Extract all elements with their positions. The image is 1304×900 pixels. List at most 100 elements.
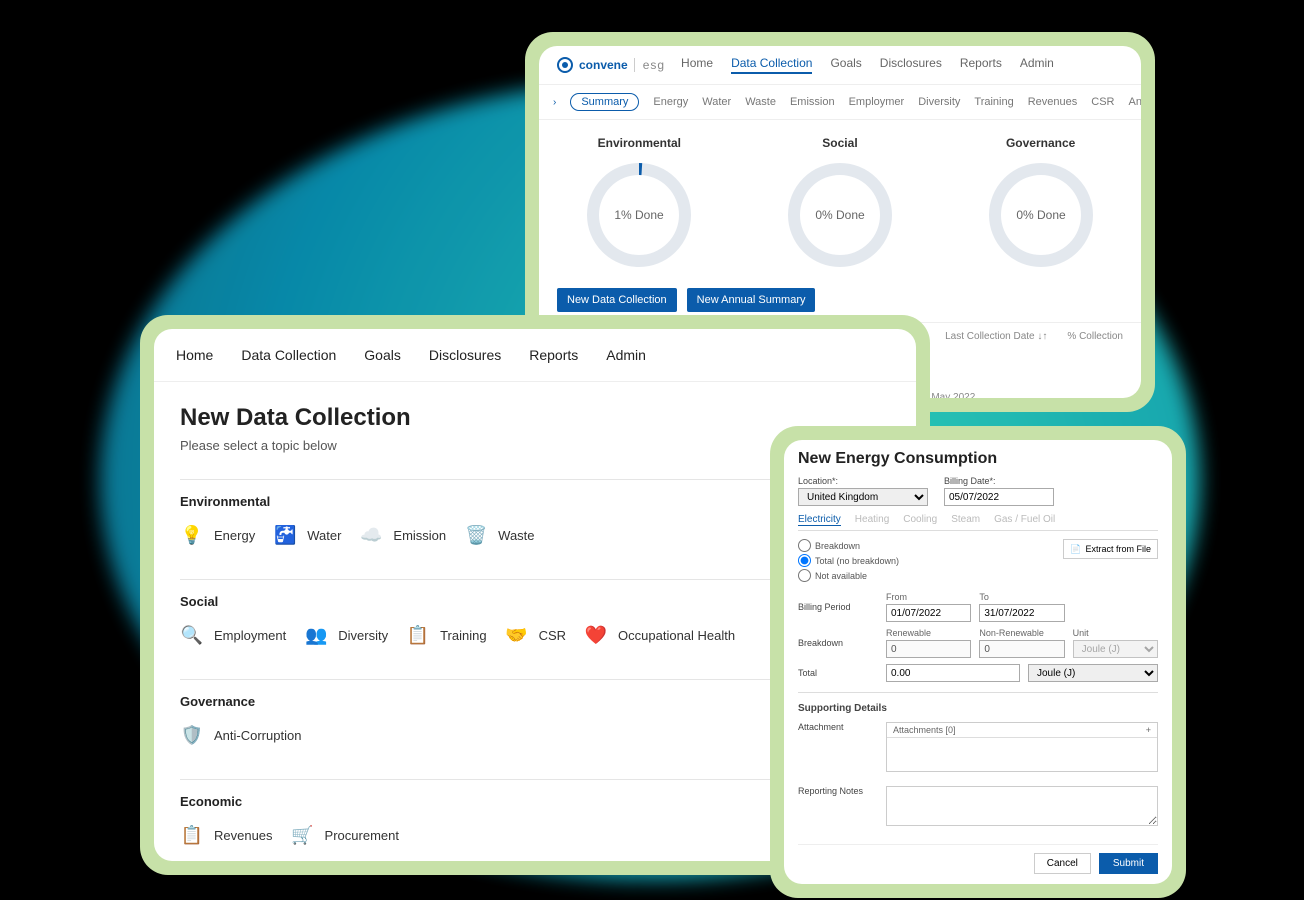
tab-waste[interactable]: Waste bbox=[745, 96, 776, 108]
topic-label: Occupational Health bbox=[618, 628, 735, 643]
topic-occupational-health[interactable]: ❤️ Occupational Health bbox=[584, 623, 735, 647]
clipboard-icon: 📋 bbox=[406, 623, 430, 647]
topic-label: Procurement bbox=[325, 828, 399, 843]
tab-revenues[interactable]: Revenues bbox=[1028, 96, 1078, 108]
submit-button[interactable]: Submit bbox=[1099, 853, 1158, 874]
reporting-notes-label: Reporting Notes bbox=[798, 786, 878, 796]
energy-tab-electricity[interactable]: Electricity bbox=[798, 514, 841, 526]
nav-item-home[interactable]: Home bbox=[681, 56, 713, 74]
new-annual-summary-button[interactable]: New Annual Summary bbox=[687, 288, 816, 312]
tab-energy[interactable]: Energy bbox=[653, 96, 688, 108]
file-icon: 📄 bbox=[1070, 544, 1081, 555]
tab-summary[interactable]: Summary bbox=[570, 93, 639, 111]
magnifier-icon: 🔍 bbox=[180, 623, 204, 647]
energy-tab-heating[interactable]: Heating bbox=[855, 514, 889, 526]
nav-item-data-collection[interactable]: Data Collection bbox=[731, 56, 812, 74]
new-energy-consumption-card: New Energy Consumption Location*: United… bbox=[770, 426, 1186, 898]
billing-date-input[interactable] bbox=[944, 488, 1054, 506]
gauge-social: Social 0% Done bbox=[785, 136, 895, 270]
handshake-icon: 🤝 bbox=[505, 623, 529, 647]
topic-training[interactable]: 📋 Training bbox=[406, 623, 486, 647]
co2-cloud-icon: ☁️ bbox=[359, 523, 383, 547]
breakdown-label: Breakdown bbox=[798, 638, 878, 648]
chevron-right-icon[interactable]: › bbox=[553, 97, 556, 108]
shield-icon: 🛡️ bbox=[180, 723, 204, 747]
nav-item-reports[interactable]: Reports bbox=[529, 347, 578, 363]
health-heart-icon: ❤️ bbox=[584, 623, 608, 647]
people-icon: 👥 bbox=[304, 623, 328, 647]
topic-anti-corruption[interactable]: 🛡️ Anti-Corruption bbox=[180, 723, 301, 747]
tab-water[interactable]: Water bbox=[702, 96, 731, 108]
form-title: New Energy Consumption bbox=[798, 450, 1158, 468]
topic-label: Emission bbox=[393, 528, 446, 543]
col-percent-collection[interactable]: % Collection bbox=[1067, 331, 1123, 342]
gauge-governance: Governance 0% Done bbox=[986, 136, 1096, 270]
lightbulb-icon: 💡 bbox=[180, 523, 204, 547]
nav-item-reports[interactable]: Reports bbox=[960, 56, 1002, 74]
attachments-box[interactable]: Attachments [0]+ bbox=[886, 722, 1158, 772]
energy-type-tabs: Electricity Heating Cooling Steam Gas / Fuel… bbox=[798, 514, 1158, 531]
brand-logo: convene esg bbox=[557, 57, 665, 73]
billing-period-label: Billing Period bbox=[798, 602, 878, 612]
tab-emission[interactable]: Emission bbox=[790, 96, 835, 108]
renewable-input bbox=[886, 640, 971, 658]
nav-item-admin[interactable]: Admin bbox=[1020, 56, 1054, 74]
radio-breakdown[interactable]: Breakdown bbox=[798, 539, 899, 552]
topic-label: Energy bbox=[214, 528, 255, 543]
topic-employment[interactable]: 🔍 Employment bbox=[180, 623, 286, 647]
breakdown-unit-select: Joule (J) bbox=[1073, 640, 1158, 658]
energy-tab-steam[interactable]: Steam bbox=[951, 514, 980, 526]
topic-diversity[interactable]: 👥Diversity bbox=[304, 623, 388, 647]
topic-emission[interactable]: ☁️ Emission bbox=[359, 523, 446, 547]
tab-csr[interactable]: CSR bbox=[1091, 96, 1114, 108]
tab-employmer[interactable]: Employmer bbox=[849, 96, 905, 108]
radio-not-available[interactable]: Not available bbox=[798, 569, 899, 582]
total-input[interactable] bbox=[886, 664, 1020, 682]
topic-procurement[interactable]: 🛒Procurement bbox=[291, 823, 399, 847]
billing-to-input[interactable] bbox=[979, 604, 1064, 622]
nonrenewable-input bbox=[979, 640, 1064, 658]
topic-label: Revenues bbox=[214, 828, 273, 843]
topic-revenues[interactable]: 📋Revenues bbox=[180, 823, 273, 847]
svg-text:0% Done: 0% Done bbox=[1016, 208, 1066, 222]
topic-water[interactable]: 🚰Water bbox=[273, 523, 341, 547]
tab-diversity[interactable]: Diversity bbox=[918, 96, 960, 108]
billing-date-label: Billing Date*: bbox=[944, 476, 1054, 486]
topic-label: CSR bbox=[539, 628, 566, 643]
svg-text:1% Done: 1% Done bbox=[615, 208, 665, 222]
topic-energy[interactable]: 💡 Energy bbox=[180, 523, 255, 547]
energy-tab-gas-fuel-oil[interactable]: Gas / Fuel Oil bbox=[994, 514, 1055, 526]
nav-item-goals[interactable]: Goals bbox=[364, 347, 401, 363]
billing-from-input[interactable] bbox=[886, 604, 971, 622]
header-bar: convene esg Home Data Collection Goals Disc… bbox=[539, 46, 1141, 85]
energy-tab-cooling[interactable]: Cooling bbox=[903, 514, 937, 526]
extract-from-file-button[interactable]: 📄Extract from File bbox=[1063, 539, 1158, 559]
supporting-details-title: Supporting Details bbox=[798, 703, 1158, 714]
nav-item-home[interactable]: Home bbox=[176, 347, 213, 363]
topic-label: Training bbox=[440, 628, 486, 643]
brand-logo-icon bbox=[557, 57, 573, 73]
reporting-notes-input[interactable] bbox=[886, 786, 1158, 826]
topic-waste[interactable]: 🗑️Waste bbox=[464, 523, 534, 547]
total-unit-select[interactable]: Joule (J) bbox=[1028, 664, 1158, 682]
add-attachment-icon[interactable]: + bbox=[1146, 725, 1151, 735]
nav-item-goals[interactable]: Goals bbox=[830, 56, 861, 74]
location-select[interactable]: United Kingdom bbox=[798, 488, 928, 506]
topic-label: Anti-Corruption bbox=[214, 728, 301, 743]
cancel-button[interactable]: Cancel bbox=[1034, 853, 1091, 874]
nav-item-disclosures[interactable]: Disclosures bbox=[429, 347, 501, 363]
location-label: Location*: bbox=[798, 476, 928, 486]
tab-anti-corr[interactable]: Anti-Corr bbox=[1129, 96, 1141, 108]
radio-total[interactable]: Total (no breakdown) bbox=[798, 554, 899, 567]
nav-item-data-collection[interactable]: Data Collection bbox=[241, 347, 336, 363]
new-data-collection-button[interactable]: New Data Collection bbox=[557, 288, 677, 312]
nav-item-disclosures[interactable]: Disclosures bbox=[880, 56, 942, 74]
tab-training[interactable]: Training bbox=[974, 96, 1013, 108]
primary-nav-b: Home Data Collection Goals Disclosures Repor… bbox=[154, 329, 916, 382]
topic-csr[interactable]: 🤝 CSR bbox=[505, 623, 566, 647]
nav-item-admin[interactable]: Admin bbox=[606, 347, 646, 363]
page-title: New Data Collection bbox=[180, 404, 890, 432]
attachment-label: Attachment bbox=[798, 722, 878, 732]
col-last-collection-date[interactable]: Last Collection Date ↓↑ bbox=[945, 331, 1047, 342]
topic-label: Employment bbox=[214, 628, 286, 643]
